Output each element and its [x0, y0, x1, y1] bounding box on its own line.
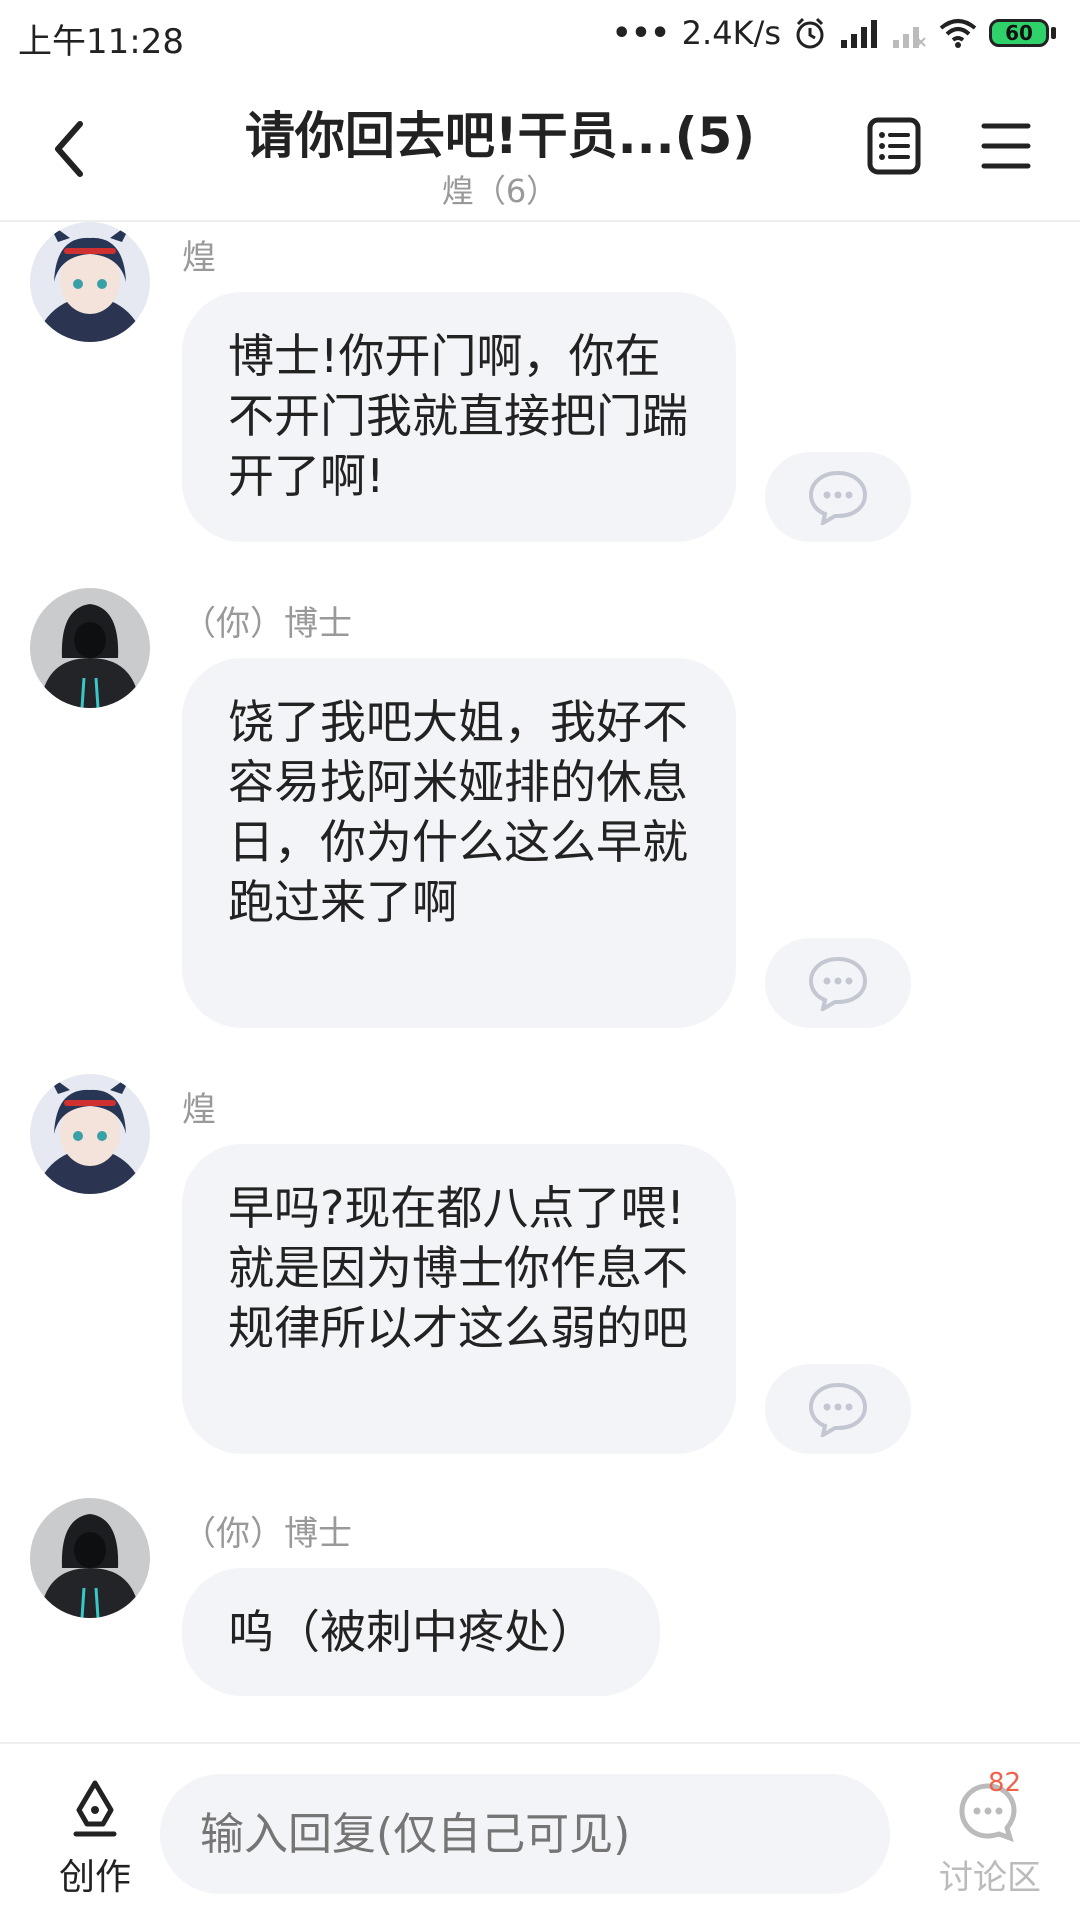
menu-icon	[981, 123, 1031, 169]
avatar[interactable]	[30, 222, 150, 342]
discussion-button[interactable]: 82 讨论区	[920, 1766, 1060, 1906]
dots-icon: •••	[612, 15, 670, 51]
status-icons: ••• 2.4K/s 60	[612, 14, 1056, 52]
wifi-icon	[939, 18, 977, 48]
message-bubble: 呜（被刺中疼处）	[182, 1568, 660, 1696]
sender-name: （你）博士	[182, 1514, 352, 1554]
comment-icon	[808, 1382, 868, 1437]
avatar[interactable]	[30, 1498, 150, 1618]
avatar[interactable]	[30, 1074, 150, 1194]
comment-icon	[808, 470, 868, 525]
page-subtitle: 煌（6）	[441, 172, 559, 210]
back-arrow-icon	[55, 121, 83, 177]
alarm-icon	[793, 16, 827, 50]
battery-level: 60	[989, 19, 1049, 47]
message-bubble: 博士!你开门啊，你在不开门我就直接把门踹开了啊!	[182, 292, 736, 542]
menu-button[interactable]	[980, 120, 1032, 172]
bottom-bar: 创作 82 讨论区	[0, 1742, 1080, 1922]
net-speed: 2.4K/s	[681, 14, 781, 52]
discussion-count-badge: 82	[988, 1768, 1022, 1798]
discussion-label: 讨论区	[939, 1858, 1041, 1898]
message-bubble: 饶了我吧大姐，我好不容易找阿米娅排的休息日，你为什么这么早就跑过来了啊	[182, 658, 736, 1028]
sender-name: （你）博士	[182, 604, 352, 644]
signal-icon	[839, 18, 879, 48]
reply-input[interactable]	[160, 1774, 890, 1894]
back-button[interactable]	[40, 114, 100, 184]
list-icon	[867, 117, 921, 175]
comment-button[interactable]	[765, 452, 911, 542]
avatar[interactable]	[30, 588, 150, 708]
create-label: 创作	[58, 1857, 131, 1898]
signal-weak-icon	[891, 18, 927, 48]
sender-name: 煌	[182, 238, 216, 278]
comment-button[interactable]	[765, 938, 911, 1028]
page-title: 请你回去吧!干员...(5)	[244, 107, 756, 165]
chat-header: 请你回去吧!干员...(5) 煌（6）	[0, 76, 1080, 222]
status-bar: 上午11:28 ••• 2.4K/s 60	[0, 0, 1080, 76]
message-bubble: 早吗?现在都八点了喂!就是因为博士你作息不规律所以才这么弱的吧	[182, 1144, 736, 1454]
pen-nib-icon	[73, 1780, 117, 1837]
comment-icon	[808, 956, 868, 1011]
battery-icon: 60	[989, 19, 1056, 47]
comment-button[interactable]	[765, 1364, 911, 1454]
status-time: 上午11:28	[18, 22, 184, 62]
list-button[interactable]	[866, 116, 922, 176]
sender-name: 煌	[182, 1090, 216, 1130]
create-button[interactable]: 创作	[40, 1774, 150, 1904]
